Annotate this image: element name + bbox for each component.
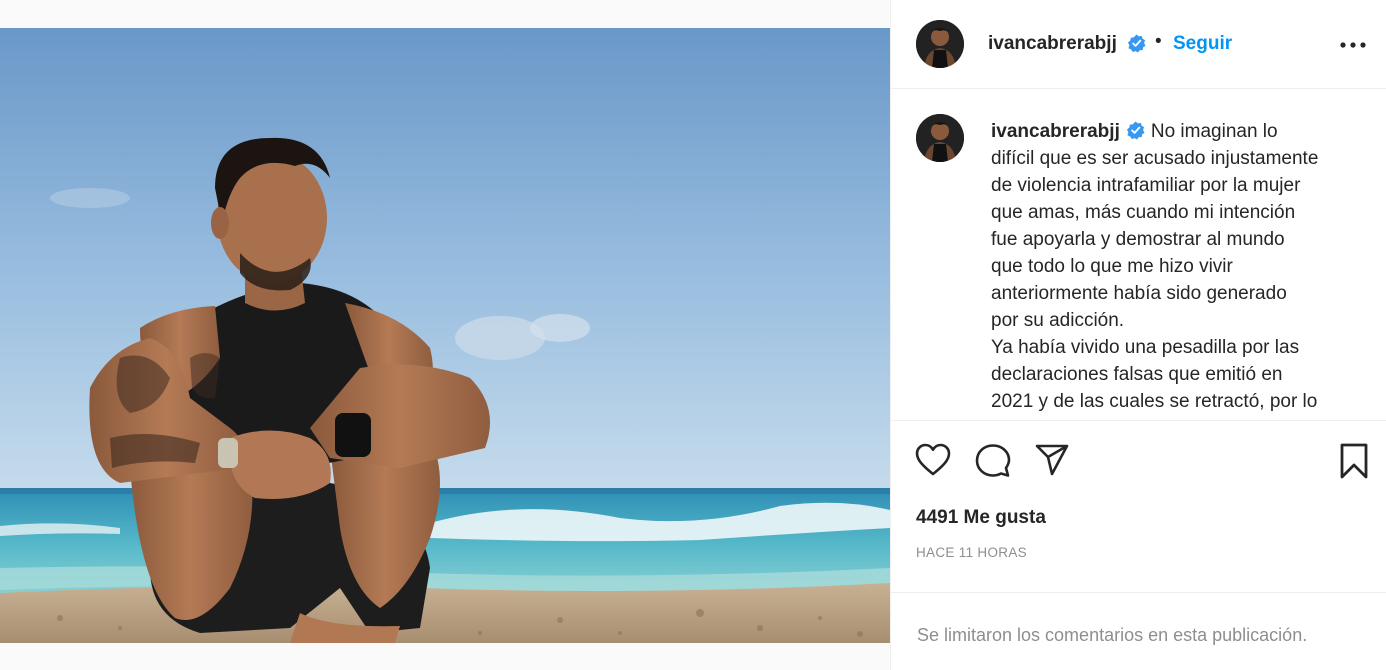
- separator-dot: •: [1155, 31, 1162, 52]
- post-timestamp[interactable]: HACE 11 HORAS: [916, 545, 1027, 560]
- caption-avatar[interactable]: [916, 114, 964, 162]
- caption-line: por su adicción.: [991, 310, 1125, 331]
- caption-line: difícil que es ser acusado injustamente: [991, 148, 1319, 169]
- avatar-image: [916, 114, 964, 162]
- comment-icon[interactable]: [975, 443, 1011, 479]
- caption-line: declaraciones falsas que emitió en: [991, 364, 1283, 385]
- caption-username[interactable]: ivancabrerabjj: [991, 121, 1120, 142]
- verified-badge-icon: [1126, 121, 1145, 140]
- caption-line: No imaginan lo: [1150, 121, 1278, 142]
- follow-button[interactable]: Seguir: [1173, 33, 1232, 55]
- share-icon[interactable]: [1034, 443, 1070, 477]
- post-caption: ivancabrerabjj No imaginan lo difícil qu…: [991, 118, 1361, 415]
- comments-limited-note: Se limitaron los comentarios en esta pub…: [917, 625, 1308, 645]
- caption-line: que amas, más cuando mi intención: [991, 202, 1296, 223]
- avatar[interactable]: [916, 20, 964, 68]
- post-side-panel: ivancabrerabjj • Seguir ivancabrerabjj N…: [890, 0, 1386, 670]
- caption-area: ivancabrerabjj No imaginan lo difícil qu…: [891, 90, 1386, 420]
- caption-line: Ya había vivido una pesadilla por las: [991, 337, 1300, 358]
- likes-count[interactable]: 4491 Me gusta: [916, 507, 1046, 529]
- heart-icon[interactable]: [915, 443, 951, 477]
- more-horizontal-icon[interactable]: [1338, 35, 1368, 55]
- caption-line: de violencia intrafamiliar por la mujer: [991, 175, 1301, 196]
- beach-photo: [0, 28, 890, 643]
- caption-line: 2021 y de las cuales se retractó, por lo: [991, 391, 1318, 412]
- post-header: ivancabrerabjj • Seguir: [891, 0, 1386, 89]
- bookmark-icon[interactable]: [1338, 443, 1370, 479]
- comments-footer: Se limitaron los comentarios en esta pub…: [891, 592, 1386, 670]
- post-photo[interactable]: [0, 28, 890, 643]
- header-username[interactable]: ivancabrerabjj: [988, 33, 1117, 55]
- caption-line: que todo lo que me hizo vivir: [991, 256, 1233, 277]
- post-actions: 4491 Me gusta HACE 11 HORAS: [891, 420, 1386, 590]
- caption-line: fue apoyarla y demostrar al mundo: [991, 229, 1285, 250]
- verified-badge-icon: [1127, 34, 1146, 53]
- avatar-image: [916, 20, 964, 68]
- caption-line: anteriormente había sido generado: [991, 283, 1287, 304]
- post-media: [0, 0, 890, 670]
